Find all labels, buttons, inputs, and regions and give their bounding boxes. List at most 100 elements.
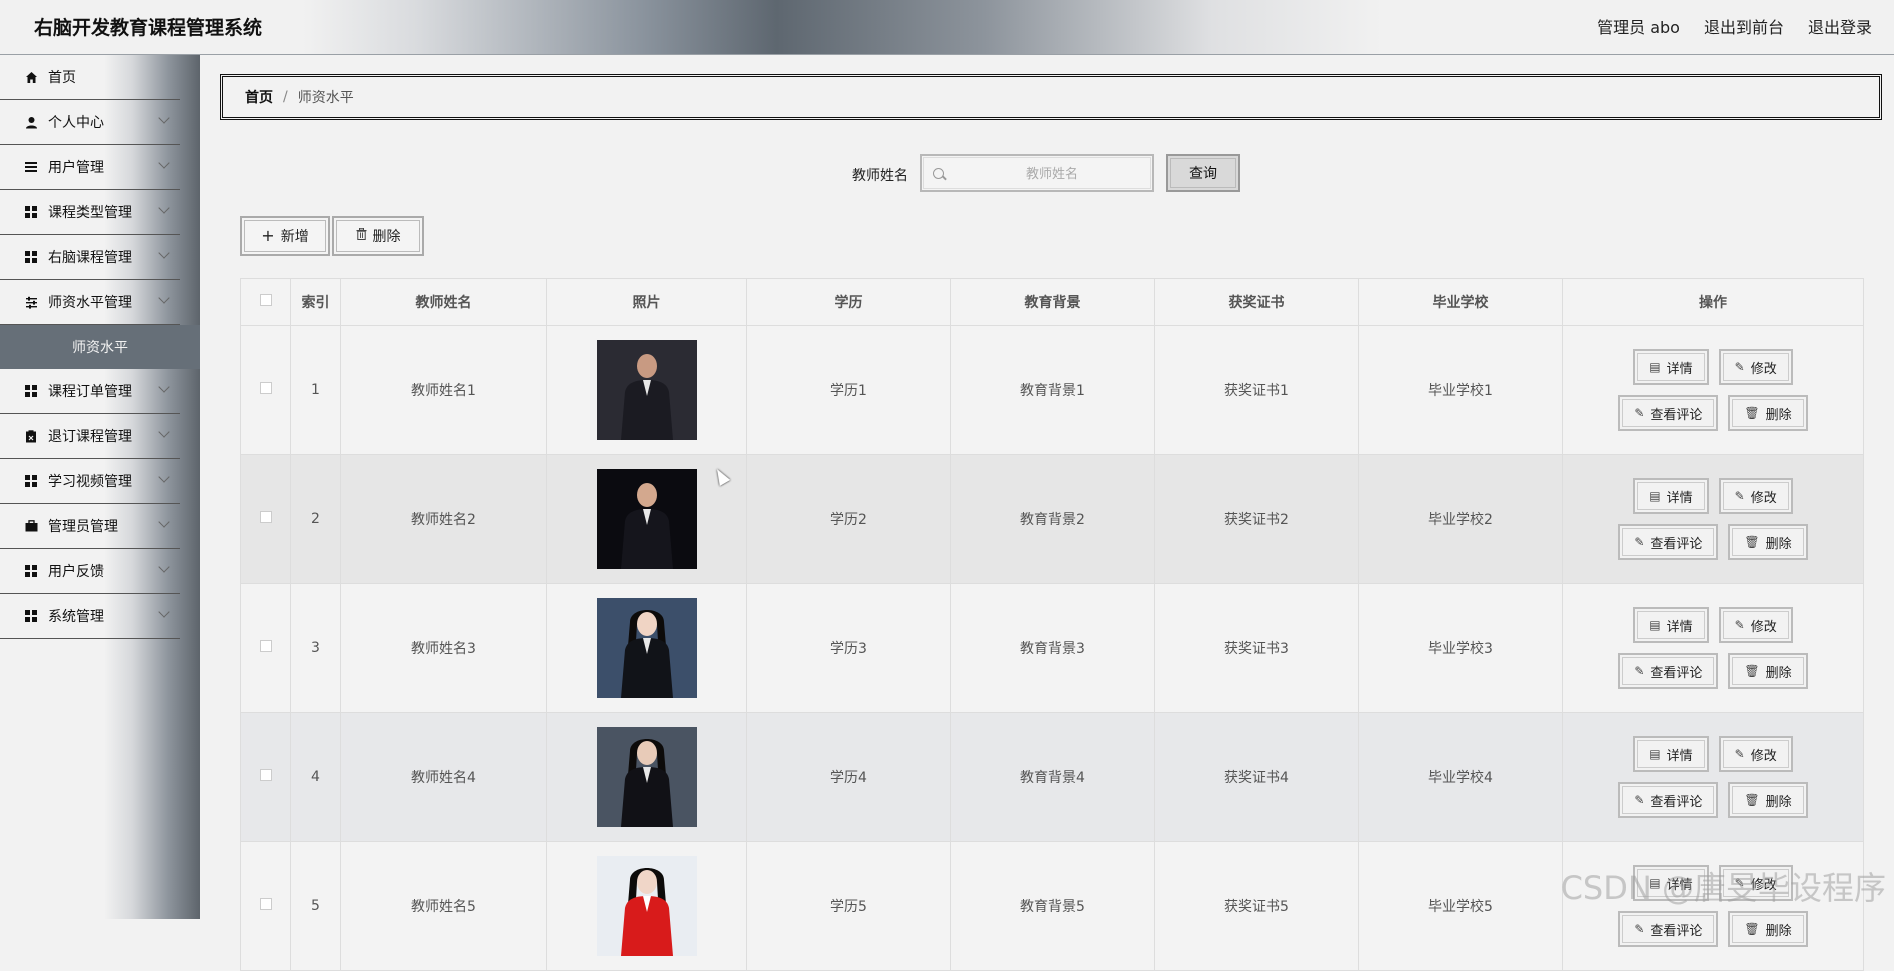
column-header: 照片 [546, 278, 747, 326]
view-comments-button-label: 查看评论 [1650, 536, 1703, 552]
teacher-photo [596, 598, 697, 698]
row-select-cell [240, 325, 291, 455]
edit-button[interactable]: ✎ 修改 [1718, 349, 1793, 385]
sidebar-item-personal-center[interactable]: 个人中心 [0, 100, 180, 145]
column-header: 操作 [1562, 278, 1864, 326]
ops-row: ✎ 查看评论 🗑 删除 [1618, 653, 1808, 689]
school-cell: 毕业学校3 [1358, 583, 1563, 713]
index-cell: 2 [290, 454, 341, 584]
education-cell: 学历5 [746, 841, 951, 971]
row-checkbox[interactable] [259, 898, 272, 910]
trash-icon [356, 227, 367, 244]
select-all-checkbox[interactable] [259, 294, 272, 306]
row-delete-button[interactable]: 🗑 删除 [1728, 782, 1808, 818]
search-label: 教师姓名 [852, 168, 908, 184]
top-bar: 右脑开发教育课程管理系统 管理员 abo 退出到前台 退出登录 [0, 0, 1894, 55]
logout-link[interactable]: 退出登录 [1808, 14, 1872, 38]
document-icon: ▤ [1649, 618, 1661, 632]
detail-button[interactable]: ▤ 详情 [1633, 736, 1709, 772]
grid-icon [24, 205, 38, 219]
column-header: 教师姓名 [340, 278, 547, 326]
row-checkbox[interactable] [259, 640, 272, 652]
pencil-icon: ✎ [1634, 535, 1645, 549]
sidebar-item-system-management[interactable]: 系统管理 [0, 594, 180, 639]
view-comments-button[interactable]: ✎ 查看评论 [1618, 911, 1719, 947]
row-delete-button[interactable]: 🗑 删除 [1728, 524, 1808, 560]
sidebar-item-label: 师资水平管理 [48, 295, 132, 311]
grid-icon [24, 564, 38, 578]
row-delete-button[interactable]: 🗑 删除 [1728, 395, 1808, 431]
document-icon: ▤ [1649, 360, 1661, 374]
detail-button-label: 详情 [1666, 748, 1693, 764]
trash-icon: 🗑 [1744, 922, 1760, 936]
background-cell: 教育背景1 [950, 325, 1155, 455]
ops-row: ✎ 查看评论 🗑 删除 [1618, 782, 1808, 818]
exit-to-front-link[interactable]: 退出到前台 [1704, 14, 1784, 38]
breadcrumb-home-link[interactable]: 首页 [245, 87, 273, 107]
school-cell: 毕业学校1 [1358, 325, 1563, 455]
sidebar-item-home[interactable]: 首页 [0, 55, 180, 100]
photo-cell [546, 841, 747, 971]
briefcase-icon [24, 519, 38, 533]
edit-button[interactable]: ✎ 修改 [1718, 736, 1793, 772]
detail-button[interactable]: ▤ 详情 [1633, 478, 1709, 514]
teacher-photo [596, 340, 697, 440]
detail-button[interactable]: ▤ 详情 [1633, 607, 1709, 643]
plus-icon: + [261, 226, 275, 245]
sidebar-item-admin-management[interactable]: 管理员管理 [0, 504, 180, 549]
sidebar-item-learning-video-management[interactable]: 学习视频管理 [0, 459, 180, 504]
breadcrumb-current: 师资水平 [297, 90, 354, 106]
edit-button[interactable]: ✎ 修改 [1718, 607, 1793, 643]
pencil-icon: ✎ [1634, 664, 1645, 678]
sidebar-subitem-teacher-level[interactable]: 师资水平 [0, 325, 200, 369]
trash-icon: 🗑 [1744, 406, 1760, 420]
sidebar-item-user-feedback[interactable]: 用户反馈 [0, 549, 180, 594]
select-all-header [240, 278, 291, 326]
photo-cell [546, 583, 747, 713]
admin-user-label[interactable]: 管理员 abo [1597, 14, 1680, 38]
top-links: 管理员 abo 退出到前台 退出登录 [1597, 14, 1872, 38]
ops-row: ✎ 查看评论 🗑 删除 [1618, 524, 1808, 560]
view-comments-button[interactable]: ✎ 查看评论 [1618, 653, 1719, 689]
sidebar-item-course-type-management[interactable]: 课程类型管理 [0, 190, 180, 235]
sidebar-item-label: 右脑课程管理 [48, 250, 132, 266]
view-comments-button[interactable]: ✎ 查看评论 [1618, 395, 1719, 431]
row-delete-button[interactable]: 🗑 删除 [1728, 911, 1808, 947]
row-delete-button[interactable]: 🗑 删除 [1728, 653, 1808, 689]
view-comments-button[interactable]: ✎ 查看评论 [1618, 524, 1719, 560]
chevron-down-icon [158, 112, 170, 124]
background-cell: 教育背景5 [950, 841, 1155, 971]
row-checkbox[interactable] [259, 382, 272, 394]
sidebar-item-teacher-level-management[interactable]: 师资水平管理 [0, 280, 180, 325]
view-comments-button[interactable]: ✎ 查看评论 [1618, 782, 1719, 818]
batch-delete-button[interactable]: 删除 [332, 216, 424, 256]
row-delete-button-label: 删除 [1765, 794, 1792, 810]
row-delete-button-label: 删除 [1765, 923, 1792, 939]
row-checkbox[interactable] [259, 511, 272, 523]
row-checkbox[interactable] [259, 769, 272, 781]
pencil-icon: ✎ [1634, 406, 1645, 420]
teacher-name-search-input[interactable] [952, 162, 1152, 186]
table-row: 2 教师姓名2 学历2 教育背景2 获奖证书2 毕业学校2 ▤ 详情 ✎ 修改 ✎ 查看评论 🗑 删除 [240, 454, 1864, 584]
background-cell: 教育背景4 [950, 712, 1155, 842]
sidebar-item-unsubscribe-course-management[interactable]: 退订课程管理 [0, 414, 180, 459]
document-icon: ▤ [1649, 489, 1661, 503]
delete-button-label: 删除 [372, 229, 401, 245]
add-button[interactable]: + 新增 [240, 216, 330, 256]
certificate-cell: 获奖证书1 [1154, 325, 1359, 455]
teacher-name-cell: 教师姓名1 [340, 325, 547, 455]
teacher-name-cell: 教师姓名3 [340, 583, 547, 713]
chevron-down-icon [158, 247, 170, 259]
photo-cell [546, 325, 747, 455]
chevron-down-icon [158, 471, 170, 483]
action-buttons: + 新增 删除 [240, 216, 424, 256]
row-operations: ▤ 详情 ✎ 修改 ✎ 查看评论 🗑 删除 [1564, 736, 1862, 818]
column-header: 索引 [290, 278, 341, 326]
sidebar-item-right-brain-course-management[interactable]: 右脑课程管理 [0, 235, 180, 280]
query-button[interactable]: 查询 [1166, 154, 1240, 192]
ops-row: ▤ 详情 ✎ 修改 [1633, 349, 1793, 385]
sidebar-item-course-order-management[interactable]: 课程订单管理 [0, 369, 180, 414]
index-cell: 5 [290, 841, 341, 971]
detail-button[interactable]: ▤ 详情 [1633, 349, 1709, 385]
edit-button[interactable]: ✎ 修改 [1718, 478, 1793, 514]
